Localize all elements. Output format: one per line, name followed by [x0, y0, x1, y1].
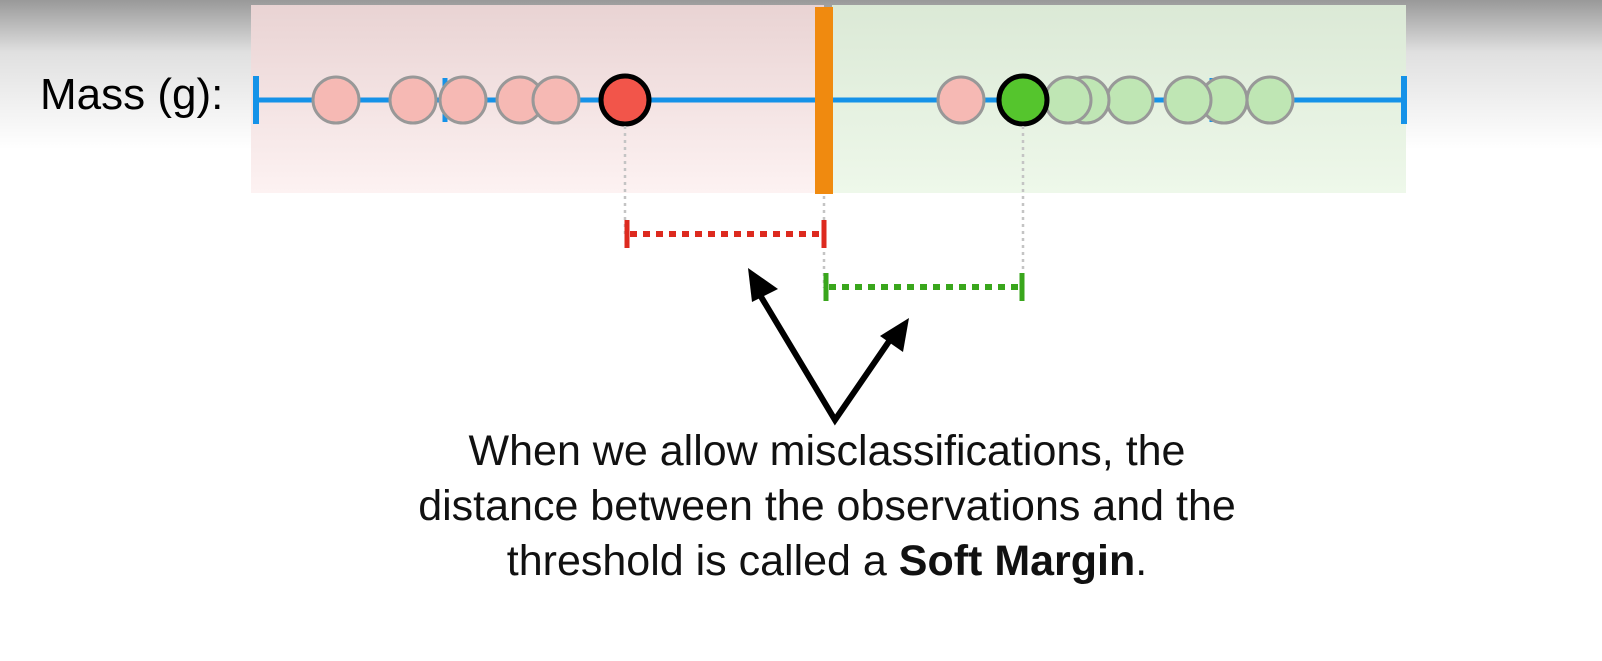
caption-text: When we allow misclassifications, the di…	[300, 424, 1354, 589]
caption-line-2: distance between the observations and th…	[418, 482, 1236, 530]
red-edge-observation	[598, 73, 652, 127]
green-observation	[1245, 75, 1295, 125]
red-soft-margin	[624, 220, 827, 248]
green-observation	[1105, 75, 1155, 125]
threshold-bar	[815, 7, 833, 194]
soft-margin-term: Soft Margin	[898, 537, 1136, 585]
red-observation	[531, 75, 581, 125]
red-observation	[388, 75, 438, 125]
misclassified-red-observation	[936, 75, 986, 125]
green-soft-margin	[823, 273, 1025, 301]
caption-line-3-prefix: threshold is called a	[506, 537, 899, 585]
axis-label: Mass (g):	[40, 70, 224, 119]
green-observation	[1043, 75, 1093, 125]
red-observation	[438, 75, 488, 125]
caption-line-3-suffix: .	[1135, 537, 1148, 585]
caption-line-1: When we allow misclassifications, the	[468, 427, 1186, 475]
red-observation	[311, 75, 361, 125]
green-observation	[1163, 75, 1213, 125]
caption-line-3: threshold is called a Soft Margin.	[300, 534, 1354, 589]
red-observations	[311, 75, 581, 125]
green-edge-observation	[996, 73, 1050, 127]
